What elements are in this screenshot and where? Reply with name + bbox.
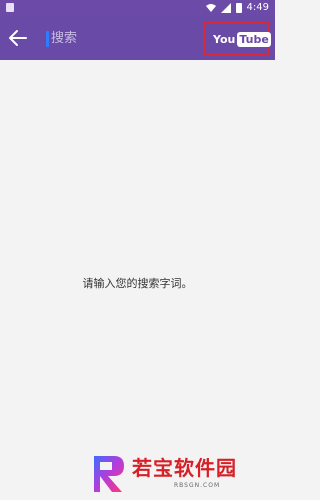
youtube-logo-you: You — [213, 32, 236, 46]
signal-icon — [220, 3, 231, 13]
text-cursor — [46, 31, 49, 47]
watermark-logo-icon — [94, 456, 124, 492]
empty-search-message: 请输入您的搜索字词。 — [82, 277, 193, 290]
watermark-site: RBSGN.COM — [174, 482, 221, 489]
app-bar: 搜索 You Tube — [0, 16, 275, 60]
battery-icon — [235, 3, 242, 13]
status-bar: 4:49 — [0, 0, 275, 16]
status-icons: 4:49 — [205, 1, 269, 15]
wifi-icon — [205, 4, 216, 12]
search-placeholder: 搜索 — [51, 31, 78, 46]
search-results-area: 请输入您的搜索字词。 — [0, 60, 275, 440]
youtube-logo-button[interactable]: You Tube — [203, 21, 271, 55]
status-time: 4:49 — [246, 2, 269, 13]
youtube-logo: You Tube — [212, 31, 271, 47]
watermark-brand: 若宝软件园 — [132, 456, 237, 480]
search-input[interactable]: 搜索 — [46, 28, 186, 50]
watermark: 若宝软件园 RBSGN.COM — [88, 452, 264, 496]
notification-icon — [6, 3, 14, 12]
arrow-left-icon[interactable] — [6, 26, 30, 50]
youtube-logo-tube: Tube — [237, 31, 271, 47]
